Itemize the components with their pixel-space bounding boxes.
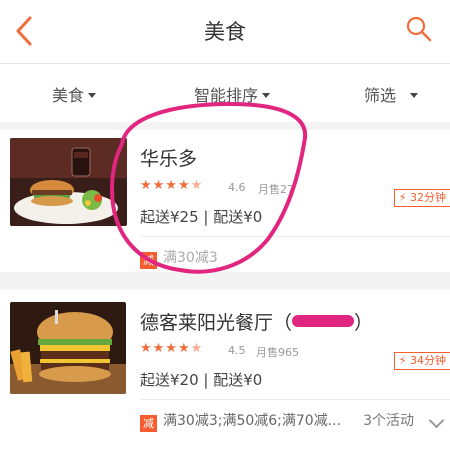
monthly-sales: 月售965 <box>256 346 299 359</box>
rating-stars: ★★★★★ <box>140 341 204 356</box>
half-star-icon: ★ <box>190 178 204 193</box>
delivery-time-badge: ⚡ 32分钟 <box>393 189 450 207</box>
delivery-time-badge: ⚡ 34分钟 <box>393 352 450 370</box>
promo-badge: 减 <box>140 252 157 269</box>
filter-category-label: 美食 <box>52 86 85 105</box>
restaurant-name: 华乐多 <box>140 148 198 170</box>
restaurant-photo <box>10 138 127 226</box>
rating-value: 4.6 <box>228 181 246 194</box>
dropdown-caret-icon <box>88 93 97 98</box>
half-star-icon: ★ <box>190 341 204 356</box>
filter-sort-label: 智能排序 <box>194 86 259 105</box>
restaurant-photo <box>10 302 126 394</box>
promotion-row: 减满30减3 <box>140 247 450 269</box>
chevron-down-icon[interactable] <box>428 412 445 429</box>
filter-bar: 美食 智能排序 筛选 <box>0 64 450 122</box>
restaurant-name-text: 德客莱阳光餐厅（ <box>140 312 293 334</box>
promo-text: 满30减3;满50减6;满70减... <box>163 413 342 429</box>
restaurant-name: 德客莱阳光餐厅（ ） <box>140 308 373 335</box>
filter-sort[interactable]: 智能排序 <box>194 82 271 106</box>
restaurant-card[interactable]: 德客莱阳光餐厅（ ） ★★★★★ 4.5 月售965 起送¥20 | 配送¥0 ⚡… <box>0 290 450 450</box>
filter-options[interactable]: 筛选 <box>364 82 419 106</box>
app-header: 美食 <box>0 0 450 64</box>
restaurant-name-suffix: ） <box>354 312 374 334</box>
promo-badge: 减 <box>140 415 157 432</box>
dropdown-caret-icon <box>262 93 271 98</box>
divider <box>140 236 450 237</box>
delivery-fees: 起送¥25 | 配送¥0 <box>140 208 263 226</box>
filter-category[interactable]: 美食 <box>52 82 97 106</box>
promo-text: 满30减3 <box>163 250 218 266</box>
rating-stars: ★★★★★ <box>140 178 204 193</box>
dropdown-caret-icon <box>410 93 419 98</box>
redacted-name-part <box>292 315 355 327</box>
search-icon[interactable] <box>404 14 434 44</box>
filter-options-label: 筛选 <box>364 86 397 105</box>
page-title: 美食 <box>204 20 246 44</box>
delivery-fees: 起送¥20 | 配送¥0 <box>140 371 263 389</box>
promotion-row[interactable]: 减满30减3;满50减6;满70减... 3个活动 <box>140 410 450 432</box>
rating-value: 4.5 <box>228 344 246 357</box>
restaurant-card[interactable]: 华乐多 ★★★★★ 4.6 月售27 起送¥25 | 配送¥0 ⚡ 32分钟 减… <box>0 130 450 272</box>
monthly-sales: 月售27 <box>258 183 294 196</box>
divider <box>140 399 450 400</box>
activity-count[interactable]: 3个活动 <box>363 410 414 430</box>
